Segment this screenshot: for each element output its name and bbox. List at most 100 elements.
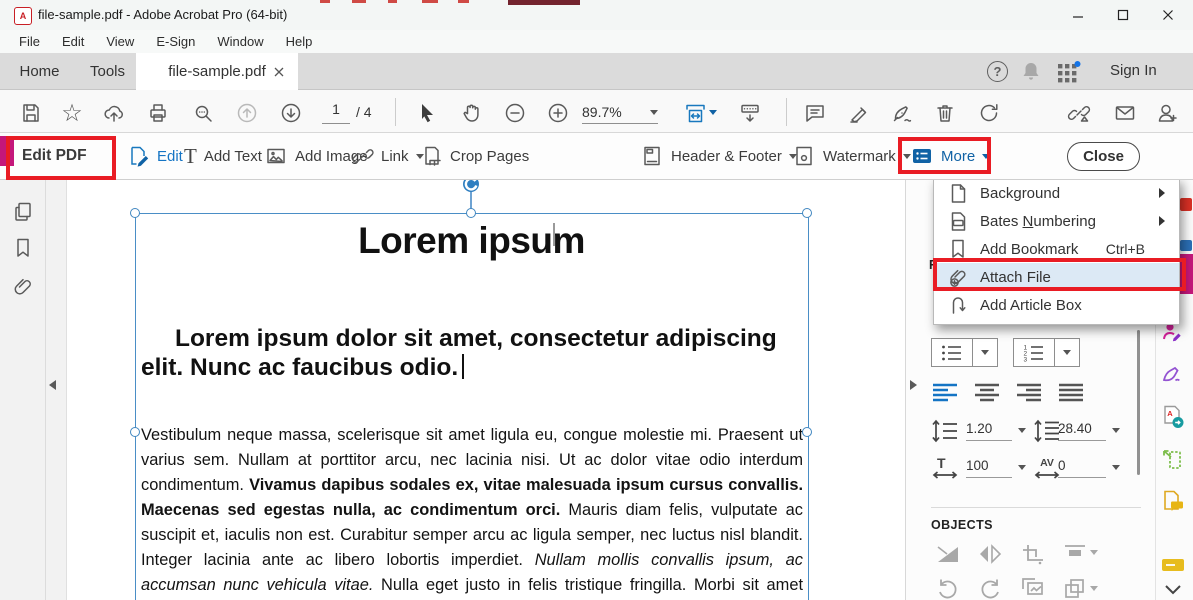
highlighter-icon[interactable] [844,99,874,127]
line-spacing-caret[interactable] [1018,428,1026,433]
align-left-button[interactable] [932,383,958,402]
flip-vertical-button[interactable] [935,542,961,566]
close-window-button[interactable] [1153,6,1183,24]
help-icon[interactable]: ? [987,61,1008,82]
menu-file[interactable]: File [8,34,51,49]
collapse-panel-arrow[interactable] [910,380,917,390]
align-center-button[interactable] [974,383,1000,402]
toolbar-presenter-icon[interactable] [735,99,765,127]
menu-item-bates-numbering[interactable]: 012 Bates Numbering [934,207,1179,235]
paragraph-spacing-input[interactable]: 28.40 [1058,420,1106,441]
crop-pages-button[interactable]: Crop Pages [419,140,529,172]
menu-item-add-article-box[interactable]: Add Article Box [934,291,1179,319]
email-icon[interactable] [1110,99,1140,127]
watermark-button[interactable]: Watermark [792,140,911,172]
rail-icon-partial[interactable] [1180,198,1192,211]
next-page-icon[interactable] [276,99,306,127]
menu-item-attach-file[interactable]: Attach File [934,263,1179,291]
refresh-rotate-icon[interactable] [974,99,1004,127]
organize-pages-icon[interactable] [1159,446,1187,474]
save-icon[interactable] [16,99,46,127]
minimize-button[interactable] [1063,6,1093,24]
window-title: file-sample.pdf - Adobe Acrobat Pro (64-… [38,7,287,22]
share-upload-icon[interactable] [99,99,129,127]
fit-width-icon[interactable] [680,99,710,127]
header-footer-button[interactable]: Header & Footer [640,140,797,172]
selection-handle[interactable] [130,208,140,218]
menu-esign[interactable]: E-Sign [145,34,206,49]
paragraph-spacing-caret[interactable] [1112,428,1120,433]
numbered-list-button[interactable]: 123 [1013,338,1055,367]
profile-add-icon[interactable] [1152,99,1182,127]
menu-window[interactable]: Window [206,34,274,49]
character-spacing-caret[interactable] [1112,465,1120,470]
align-objects-button[interactable] [1062,542,1088,566]
previous-page-icon[interactable] [232,99,262,127]
menu-item-background[interactable]: Background [934,180,1179,207]
numbered-list-caret-button[interactable] [1054,338,1080,367]
fit-width-caret-icon[interactable] [709,110,717,115]
edit-tool-button[interactable]: Edit [126,140,183,172]
bullet-list-caret-button[interactable] [972,338,998,367]
selection-handle[interactable] [466,208,476,218]
select-cursor-icon[interactable] [411,99,441,127]
rail-expand-chevron-icon[interactable] [1159,576,1187,600]
arrange-objects-button[interactable] [1062,576,1088,600]
close-tab-icon[interactable] [274,67,284,77]
menu-item-add-bookmark[interactable]: Add Bookmark Ctrl+B [934,235,1179,263]
link-tool-button[interactable]: Link [352,140,424,172]
sign-pen-icon[interactable] [887,99,917,127]
selection-handle[interactable] [802,427,812,437]
tab-home[interactable]: Home [12,53,67,90]
zoom-in-icon[interactable] [543,99,573,127]
panel-scrollbar[interactable] [1137,330,1140,475]
replace-image-button[interactable] [1020,576,1046,600]
align-right-button[interactable] [1016,383,1042,402]
delete-trash-icon[interactable] [930,99,960,127]
print-icon[interactable] [143,99,173,127]
hand-pan-icon[interactable] [456,99,486,127]
tab-tools[interactable]: Tools [80,53,135,90]
comment-icon[interactable] [800,99,830,127]
page-thumbnails-icon[interactable] [9,198,36,225]
close-edit-button[interactable]: Close [1067,142,1140,171]
selection-handle[interactable] [130,427,140,437]
search-icon[interactable] [188,99,218,127]
line-spacing-input[interactable]: 1.20 [966,420,1012,441]
horizontal-scale-input[interactable]: 100 [966,457,1012,478]
horizontal-scale-caret[interactable] [1018,465,1026,470]
rotate-ccw-button[interactable] [935,576,961,600]
zoom-out-icon[interactable] [500,99,530,127]
zoom-level-select[interactable]: 89.7% [582,101,658,124]
more-button[interactable]: More [910,140,990,172]
rotate-cw-button[interactable] [977,576,1003,600]
selection-handle[interactable] [802,208,812,218]
comments-page-icon[interactable] [1159,488,1187,516]
add-text-button[interactable]: T Add Text [184,140,262,172]
arrange-objects-caret[interactable] [1090,586,1098,591]
rail-icon-partial[interactable] [1180,240,1192,251]
bullet-list-button[interactable] [931,338,973,367]
fill-sign-icon[interactable] [1159,360,1187,388]
menu-help[interactable]: Help [275,34,324,49]
attachments-pane-icon[interactable] [9,273,36,300]
tab-document-active[interactable]: file-sample.pdf [136,53,298,90]
flip-horizontal-button[interactable] [977,542,1003,566]
page-number-input[interactable]: 1 [322,101,350,124]
bookmarks-pane-icon[interactable] [9,234,36,261]
notifications-bell-icon[interactable] [1021,60,1041,82]
collapse-sidebar-arrow[interactable] [49,380,56,390]
menu-edit[interactable]: Edit [51,34,95,49]
link-share-icon[interactable] [1064,99,1094,127]
menu-view[interactable]: View [95,34,145,49]
align-justify-button[interactable] [1058,383,1084,402]
character-spacing-input[interactable]: 0 [1058,457,1106,478]
maximize-button[interactable] [1108,6,1138,24]
sign-in-button[interactable]: Sign In [1110,62,1157,79]
crop-object-button[interactable] [1020,542,1046,566]
align-objects-caret[interactable] [1090,550,1098,555]
export-pdf-icon[interactable]: A [1159,403,1187,431]
apps-grid-icon[interactable] [1057,61,1081,83]
document-body-paragraph: Vestibulum neque massa, scelerisque sit … [141,423,803,600]
star-favorites-icon[interactable]: ☆ [57,99,87,127]
